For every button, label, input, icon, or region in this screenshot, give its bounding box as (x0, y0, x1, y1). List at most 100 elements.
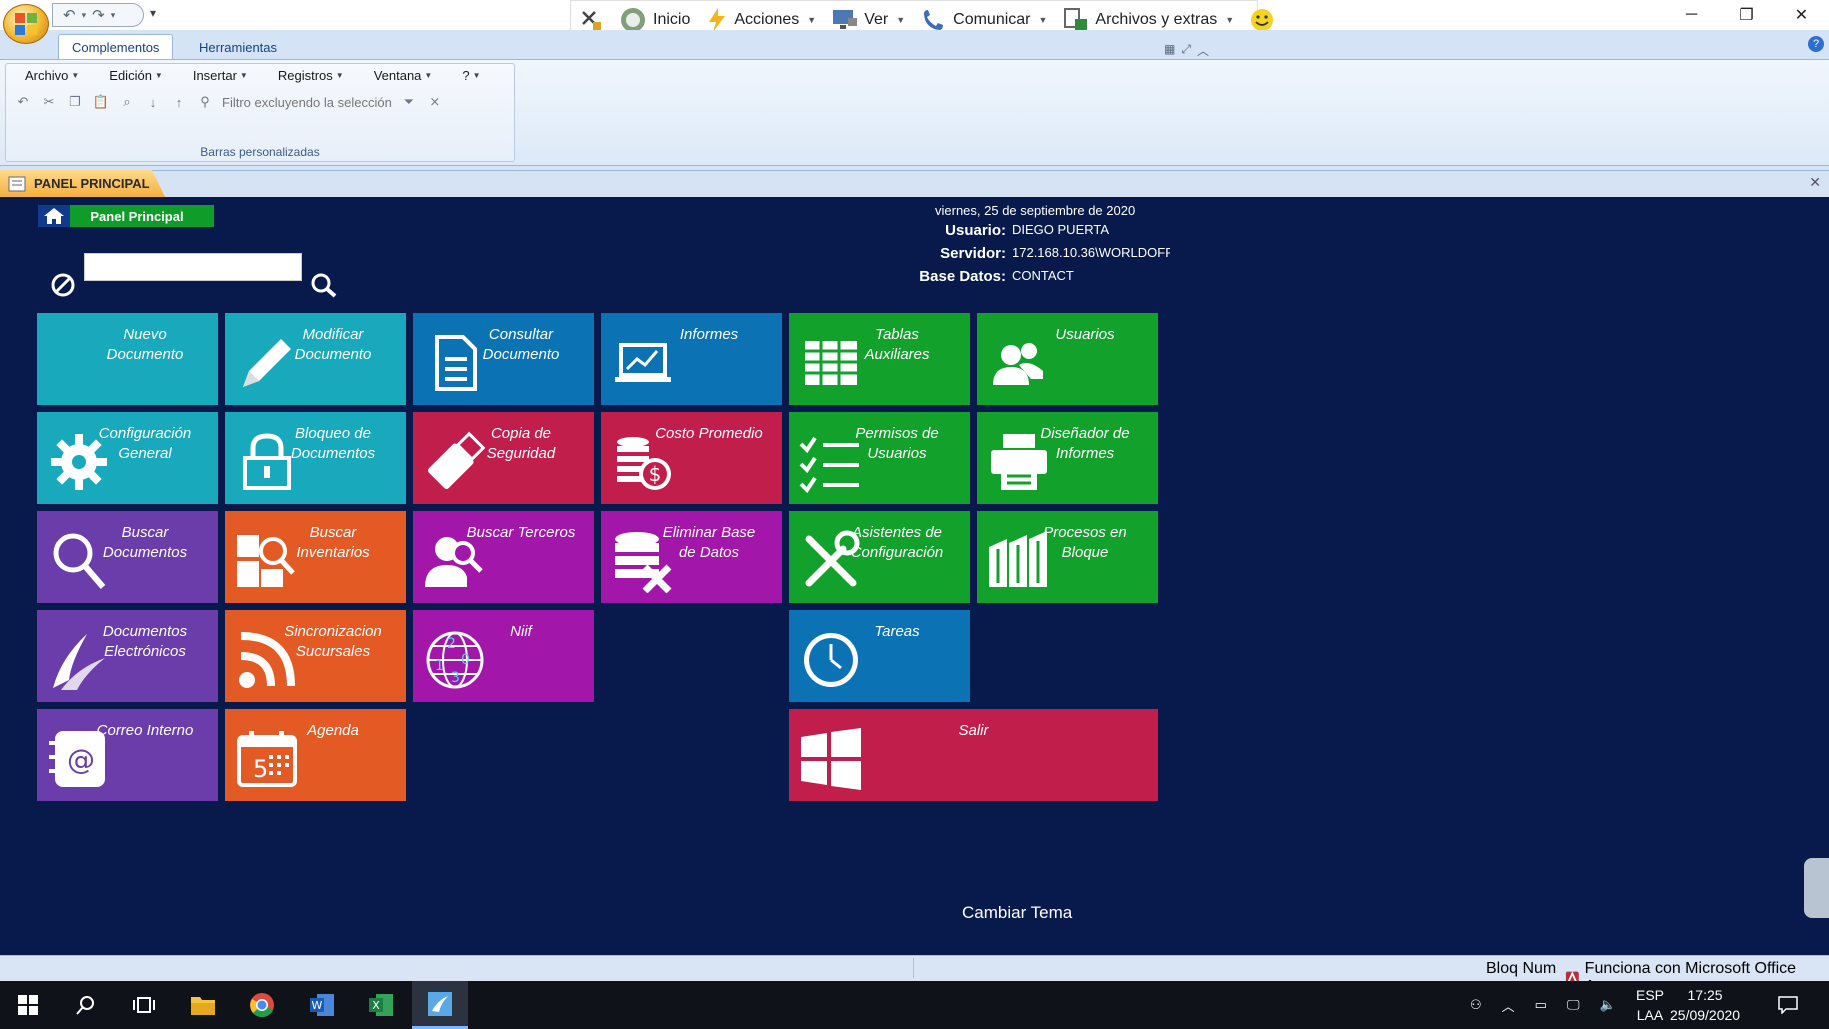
menu-archivo[interactable]: Archivo ▼ (20, 68, 84, 83)
chevron-up-icon[interactable]: ︿ (1197, 42, 1209, 59)
menu-edicion[interactable]: Edición ▼ (104, 68, 168, 83)
chrome-button[interactable] (234, 981, 290, 1029)
tile-permisos-usuarios[interactable]: Permisos de Usuarios (789, 412, 970, 504)
file-explorer-button[interactable] (175, 981, 231, 1029)
tab-herramientas[interactable]: Herramientas (186, 34, 290, 60)
filter-excluding-selection-button[interactable]: Filtro excluyendo la selección (222, 95, 392, 110)
tile-correo-interno[interactable]: @ Correo Interno (37, 709, 218, 801)
tile-niif[interactable]: 20 13 Niif (413, 610, 594, 702)
panel-header-bar (0, 170, 1829, 197)
taskbar-clock[interactable]: 17:25 25/09/2020 (1670, 985, 1740, 1025)
tile-bloqueo-documentos[interactable]: Bloqueo de Documentos (225, 412, 406, 504)
panel-tab[interactable]: PANEL PRINCIPAL (0, 170, 165, 197)
tile-buscar-inventarios[interactable]: Buscar Inventarios (225, 511, 406, 603)
menu-help[interactable]: ? ▼ (457, 68, 485, 83)
task-view-button[interactable] (116, 981, 172, 1029)
tile-modificar-documento[interactable]: Modificar Documento (225, 313, 406, 405)
tile-nuevo-documento-label: Nuevo Documento (106, 326, 184, 363)
notifications-button[interactable] (1764, 981, 1812, 1029)
sort-descending-icon[interactable]: ↑ (170, 93, 188, 111)
side-panel-handle[interactable] (1804, 858, 1829, 918)
people-icon[interactable]: ⚇ (1470, 997, 1482, 1013)
tile-buscar-terceros[interactable]: Buscar Terceros (413, 511, 594, 603)
filter-selection-icon[interactable]: ⚲ (196, 93, 214, 111)
copy-icon[interactable]: ❐ (66, 93, 84, 111)
close-button[interactable]: ✕ (1774, 0, 1829, 30)
quick-access-toolbar: ↶ ▾ ↷ ▾ (52, 3, 144, 27)
undo-icon[interactable]: ↶ (63, 6, 76, 24)
clear-search-icon[interactable] (50, 272, 76, 298)
tile-costo-promedio[interactable]: $ Costo Promedio (601, 412, 782, 504)
tile-sincronizacion-sucursales[interactable]: Sincronizacion Sucursales (225, 610, 406, 702)
panel-close-button[interactable]: ✕ (1809, 174, 1821, 191)
find-icon[interactable]: ⌕ (118, 93, 136, 111)
help-icon[interactable]: ? (1808, 36, 1824, 52)
change-theme-link[interactable]: Cambiar Tema (962, 903, 1072, 923)
smiley-icon[interactable] (1242, 8, 1282, 32)
word-icon: W (310, 994, 334, 1016)
office-logo-icon (15, 13, 37, 35)
worldoffice-taskbar-button[interactable] (412, 981, 468, 1029)
tools-lock-icon[interactable] (571, 8, 611, 32)
menu-insertar-label: Insertar (192, 68, 237, 83)
chevron-up-icon[interactable]: ︿ (1502, 996, 1515, 1015)
tile-tareas[interactable]: Tareas (789, 610, 970, 702)
tile-documentos-electronicos[interactable]: Documentos Electrónicos (37, 610, 218, 702)
grid-icon[interactable]: ▦ (1164, 42, 1175, 59)
menu-insertar[interactable]: Insertar ▼ (188, 68, 253, 83)
start-button[interactable] (0, 981, 56, 1029)
home-badge[interactable]: Panel Principal (38, 205, 214, 227)
customize-qat-button[interactable]: ▾ (150, 6, 156, 20)
tile-configuracion-general[interactable]: Configuración General (37, 412, 218, 504)
toolbar-ver[interactable]: Ver ▼ (824, 8, 913, 32)
tab-complementos[interactable]: Complementos (58, 34, 174, 60)
restore-button[interactable]: ❐ (1719, 0, 1774, 30)
search-input[interactable] (84, 253, 302, 281)
tile-usuarios[interactable]: Usuarios (977, 313, 1158, 405)
svg-text:@: @ (67, 743, 95, 776)
chevron-down-icon: ▼ (335, 71, 344, 80)
keyboard-layout: LAA (1636, 1007, 1664, 1023)
word-button[interactable]: W (294, 981, 350, 1029)
excel-button[interactable]: X (353, 981, 409, 1029)
tile-disenador-informes[interactable]: Diseñador de Informes (977, 412, 1158, 504)
tile-documentos-electronicos-label: Documentos Electrónicos (102, 623, 188, 660)
paste-icon[interactable]: 📋 (92, 93, 110, 111)
tile-buscar-documentos[interactable]: Buscar Documentos (37, 511, 218, 603)
menu-registros[interactable]: Registros ▼ (273, 68, 349, 83)
battery-icon[interactable]: ▭ (1535, 997, 1547, 1013)
tile-modificar-documento-label: Modificar Documento (294, 326, 372, 363)
tile-copia-seguridad[interactable]: Copia de Seguridad (413, 412, 594, 504)
network-icon[interactable]: 🖵 (1567, 997, 1580, 1013)
tile-informes[interactable]: Informes (601, 313, 782, 405)
language-indicator[interactable]: ESP LAA (1636, 985, 1664, 1025)
tile-tablas-auxiliares[interactable]: Tablas Auxiliares (789, 313, 970, 405)
tile-salir[interactable]: Salir (789, 709, 1158, 801)
tile-eliminar-base-datos[interactable]: Eliminar Base de Datos (601, 511, 782, 603)
tile-buscar-documentos-label: Buscar Documentos (102, 524, 188, 561)
sort-ascending-icon[interactable]: ↓ (144, 93, 162, 111)
tile-consultar-documento[interactable]: Consultar Documento (413, 313, 594, 405)
servidor-value: 172.168.10.36\WORLDOFFIC (1012, 245, 1170, 260)
minimize-button[interactable]: ─ (1664, 0, 1719, 30)
tile-asistentes-configuracion[interactable]: Asistentes de Configuración (789, 511, 970, 603)
taskbar-search-button[interactable] (58, 981, 114, 1029)
expand-icon[interactable]: ⤢ (1181, 42, 1191, 59)
toolbar-ver-label: Ver (864, 11, 889, 28)
tile-nuevo-documento[interactable]: Nuevo Documento (37, 313, 218, 405)
volume-icon[interactable]: 🔈 (1600, 997, 1616, 1013)
office-button[interactable] (3, 4, 49, 44)
tile-bloqueo-documentos-label: Bloqueo de Documentos (290, 425, 376, 462)
clear-filter-icon[interactable]: ⨯ (426, 93, 444, 111)
toolbar-comunicar[interactable]: Comunicar ▼ (913, 8, 1055, 32)
tile-agenda[interactable]: 5 Agenda (225, 709, 406, 801)
redo-icon[interactable]: ↷ (92, 6, 105, 24)
menu-ventana[interactable]: Ventana ▼ (369, 68, 438, 83)
chevron-down-icon: ▼ (1038, 15, 1048, 25)
undo-icon[interactable]: ↶ (14, 93, 32, 111)
panel-tab-label: PANEL PRINCIPAL (34, 176, 150, 191)
tile-procesos-bloque[interactable]: Procesos en Bloque (977, 511, 1158, 603)
search-icon[interactable] (310, 272, 338, 298)
filter-icon[interactable]: ⏷ (400, 93, 418, 111)
cut-icon[interactable]: ✂ (40, 93, 58, 111)
